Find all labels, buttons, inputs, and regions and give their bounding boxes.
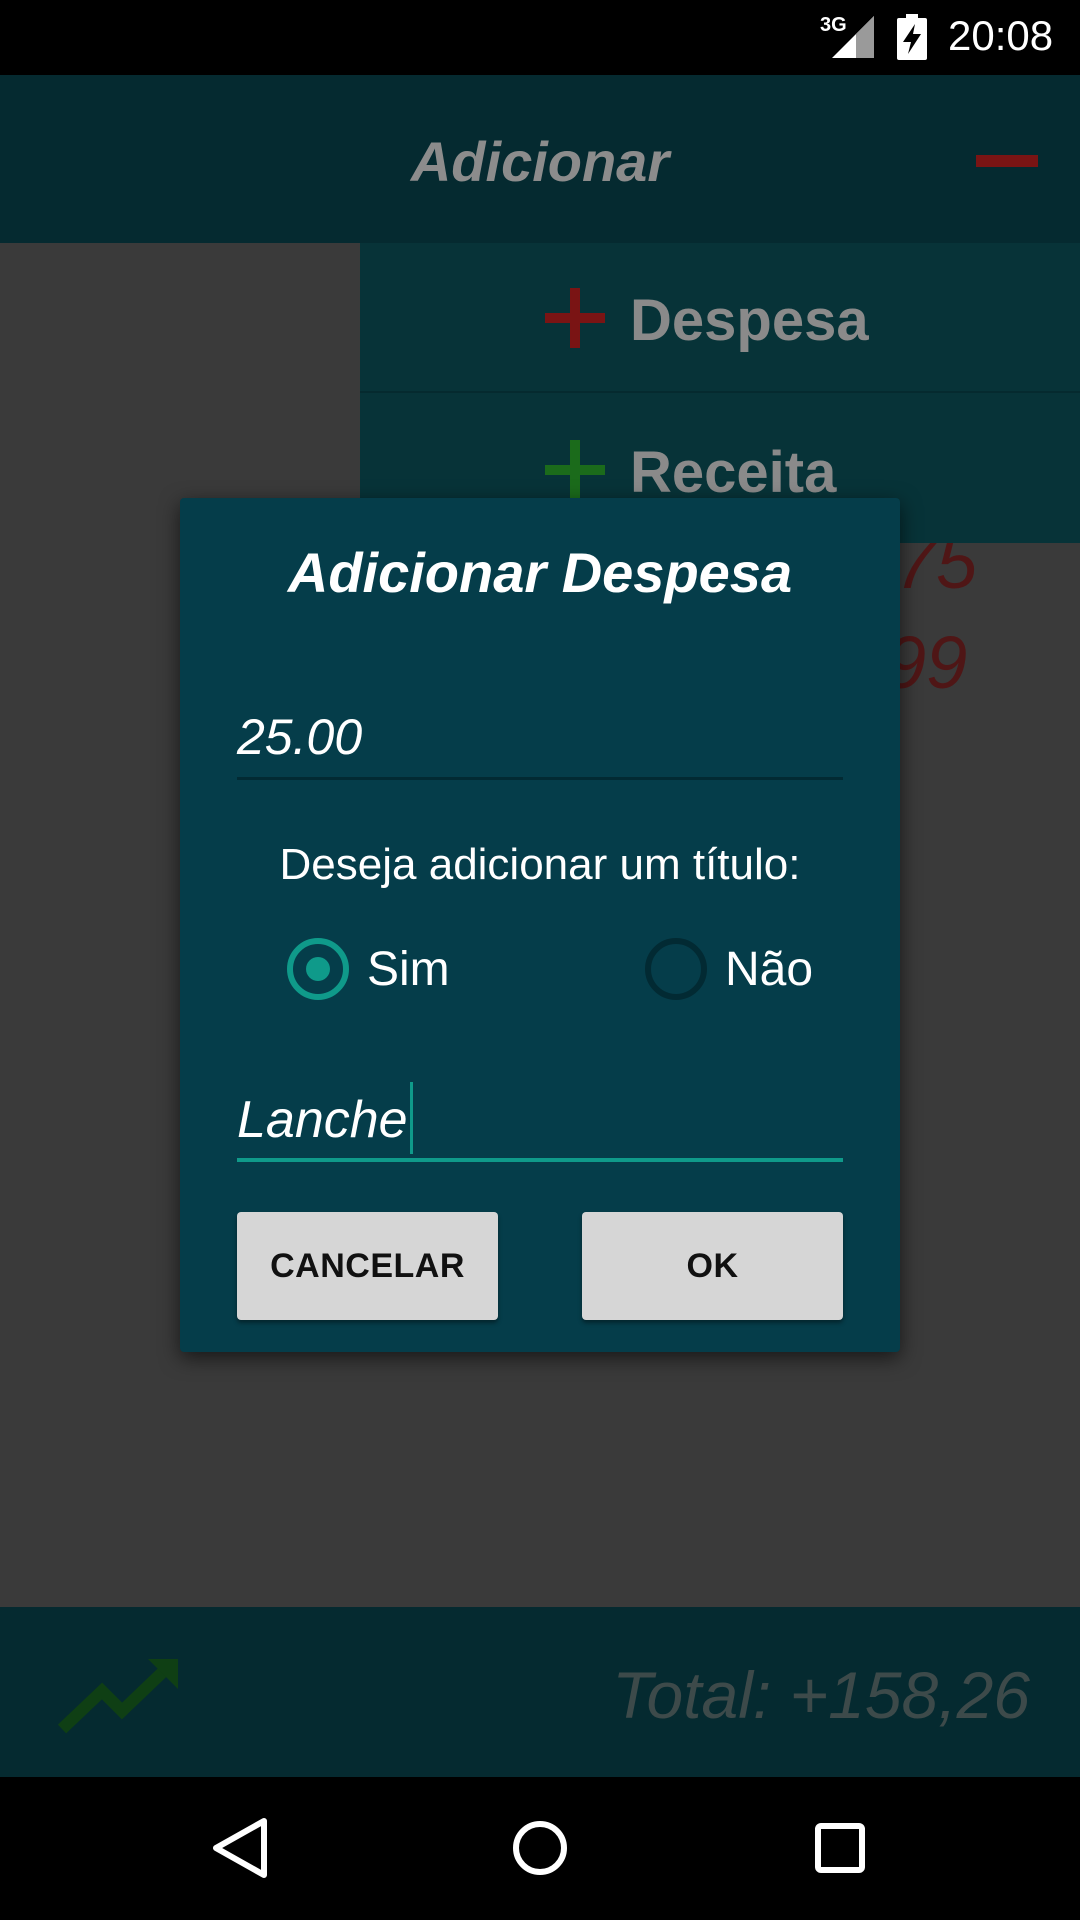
amount-value: 25.00: [237, 709, 363, 765]
dialog-title: Adicionar Despesa: [287, 541, 793, 604]
app-title: Adicionar: [410, 130, 670, 193]
back-icon[interactable]: [206, 1813, 276, 1883]
recents-icon[interactable]: [805, 1813, 875, 1883]
plus-icon: [545, 440, 605, 500]
title-field[interactable]: Lanche: [237, 1078, 843, 1162]
battery-charging-icon: [897, 14, 927, 60]
menu-item-despesa[interactable]: Despesa: [360, 243, 1080, 393]
text-cursor: [409, 1082, 413, 1155]
plus-icon: [545, 288, 605, 348]
trending-up-icon: [57, 1659, 178, 1734]
title-text: Lanche: [237, 1091, 408, 1149]
ok-button[interactable]: OK: [582, 1212, 843, 1320]
menu-item-label: Despesa: [630, 288, 869, 353]
signal-icon: [832, 16, 874, 58]
menu-item-label: Receita: [630, 440, 837, 505]
status-time: 20:08: [948, 12, 1054, 59]
radio-nao-label: Não: [725, 943, 814, 996]
home-icon[interactable]: [505, 1813, 575, 1883]
total-text: Total: +158,26: [612, 1658, 1030, 1732]
total-bar: Total: +158,26: [0, 1607, 1080, 1777]
radio-unchecked-icon: [645, 938, 707, 1000]
radio-sim-label: Sim: [367, 943, 450, 996]
title-question: Deseja adicionar um título:: [279, 840, 801, 889]
navigation-bar: [0, 1777, 1080, 1920]
amount-field[interactable]: 25.00: [237, 698, 843, 780]
title-value: Lanche: [237, 1082, 413, 1155]
app-bar: Adicionar: [0, 75, 1080, 243]
status-bar: 3G 20:08: [0, 0, 1080, 75]
radio-checked-icon: [287, 938, 349, 1000]
minus-icon[interactable]: [976, 155, 1038, 167]
cancel-button[interactable]: CANCELAR: [237, 1212, 498, 1320]
add-expense-dialog: Adicionar Despesa 25.00 Deseja adicionar…: [180, 498, 900, 1352]
